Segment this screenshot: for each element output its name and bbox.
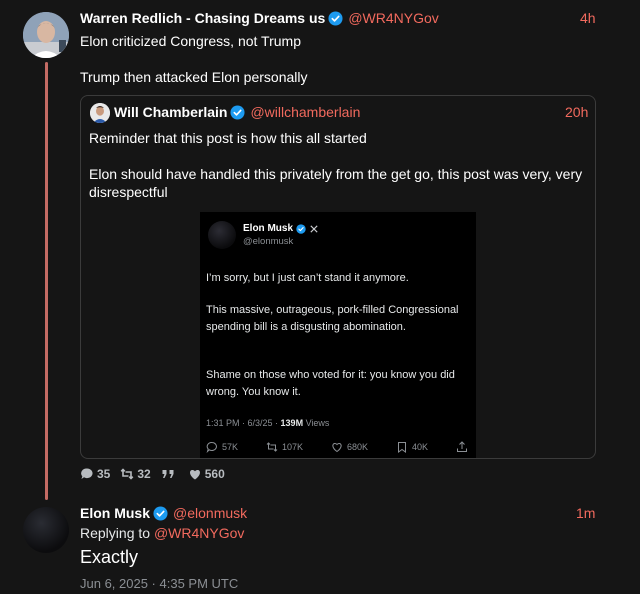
embed-action-bar: 57K 107K 680K 40K xyxy=(206,441,468,453)
thread-view: Warren Redlich - Chasing Dreams us @WR4N… xyxy=(0,0,640,594)
repost-icon xyxy=(120,468,134,480)
quote-icon xyxy=(162,470,174,478)
post-text-line: Trump then attacked Elon personally xyxy=(80,69,308,85)
avatar[interactable] xyxy=(23,507,69,553)
embed-share xyxy=(456,441,468,453)
reply-timestamp[interactable]: 1m xyxy=(576,505,595,521)
replies-count[interactable]: 35 xyxy=(80,467,110,481)
likes-count[interactable]: 560 xyxy=(188,467,225,481)
quoted-text-line: disrespectful xyxy=(89,184,168,200)
avatar[interactable] xyxy=(23,12,69,58)
bookmark-icon xyxy=(397,442,406,453)
quoted-author-name[interactable]: Will Chamberlain xyxy=(114,104,227,120)
embed-likes: 680K xyxy=(331,441,368,453)
embed-meta: 1:31 PM · 6/3/25 · 139M Views xyxy=(206,418,330,428)
post-timestamp[interactable]: 4h xyxy=(580,10,596,26)
share-icon xyxy=(456,441,467,452)
verified-badge-icon xyxy=(230,104,245,120)
post-header: Warren Redlich - Chasing Dreams us @WR4N… xyxy=(80,10,439,26)
reply-text: Exactly xyxy=(80,547,139,567)
x-logo-icon xyxy=(310,224,318,233)
embed-replies: 57K xyxy=(206,441,238,453)
reply-icon xyxy=(81,468,93,479)
embed-author-name: Elon Musk xyxy=(243,223,318,234)
reply-author-name[interactable]: Elon Musk xyxy=(80,505,150,521)
embed-reposts: 107K xyxy=(266,441,303,453)
reply-header: Elon Musk @elonmusk xyxy=(80,505,247,521)
author-name[interactable]: Warren Redlich - Chasing Dreams us xyxy=(80,10,325,26)
embedded-post-image[interactable]: Elon Musk @elonmusk I’m sorry, but I jus… xyxy=(200,212,476,458)
quoted-post-header: Will Chamberlain @willchamberlain xyxy=(114,104,360,120)
embed-avatar xyxy=(208,221,236,249)
heart-icon xyxy=(332,442,342,453)
quoted-text-line: Elon should have handled this privately … xyxy=(89,166,583,182)
repost-icon xyxy=(266,442,278,452)
quotes-count[interactable] xyxy=(161,467,178,481)
post-text-line: Elon criticized Congress, not Trump xyxy=(80,33,301,49)
embed-paragraph: Shame on those who voted for it: you kno… xyxy=(206,369,455,398)
embed-paragraph: This massive, outrageous, pork-filled Co… xyxy=(206,304,459,333)
quoted-text-line: Reminder that this post is how this all … xyxy=(89,130,367,146)
embed-paragraph: I’m sorry, but I just can’t stand it any… xyxy=(206,272,409,284)
verified-badge-icon xyxy=(296,223,306,234)
reply-date[interactable]: Jun 6, 2025 · 4:35 PM UTC xyxy=(80,576,238,591)
reposts-count[interactable]: 32 xyxy=(120,467,151,481)
reply-author-handle[interactable]: @elonmusk xyxy=(173,505,247,521)
embed-bookmarks: 40K xyxy=(396,441,428,453)
thread-connector-line xyxy=(45,62,48,500)
post-stats-bar: 35 32 560 xyxy=(80,467,235,481)
replying-to: Replying to @WR4NYGov xyxy=(80,525,245,541)
verified-badge-icon xyxy=(153,505,168,521)
verified-badge-icon xyxy=(328,10,343,26)
embed-author-handle: @elonmusk xyxy=(243,236,294,247)
reply-icon xyxy=(206,442,217,453)
quoted-avatar[interactable] xyxy=(90,103,110,123)
quoted-author-handle[interactable]: @willchamberlain xyxy=(250,104,360,120)
replying-to-handle[interactable]: @WR4NYGov xyxy=(154,525,244,541)
quoted-timestamp[interactable]: 20h xyxy=(565,104,588,120)
heart-icon xyxy=(189,469,200,480)
author-handle[interactable]: @WR4NYGov xyxy=(348,10,438,26)
